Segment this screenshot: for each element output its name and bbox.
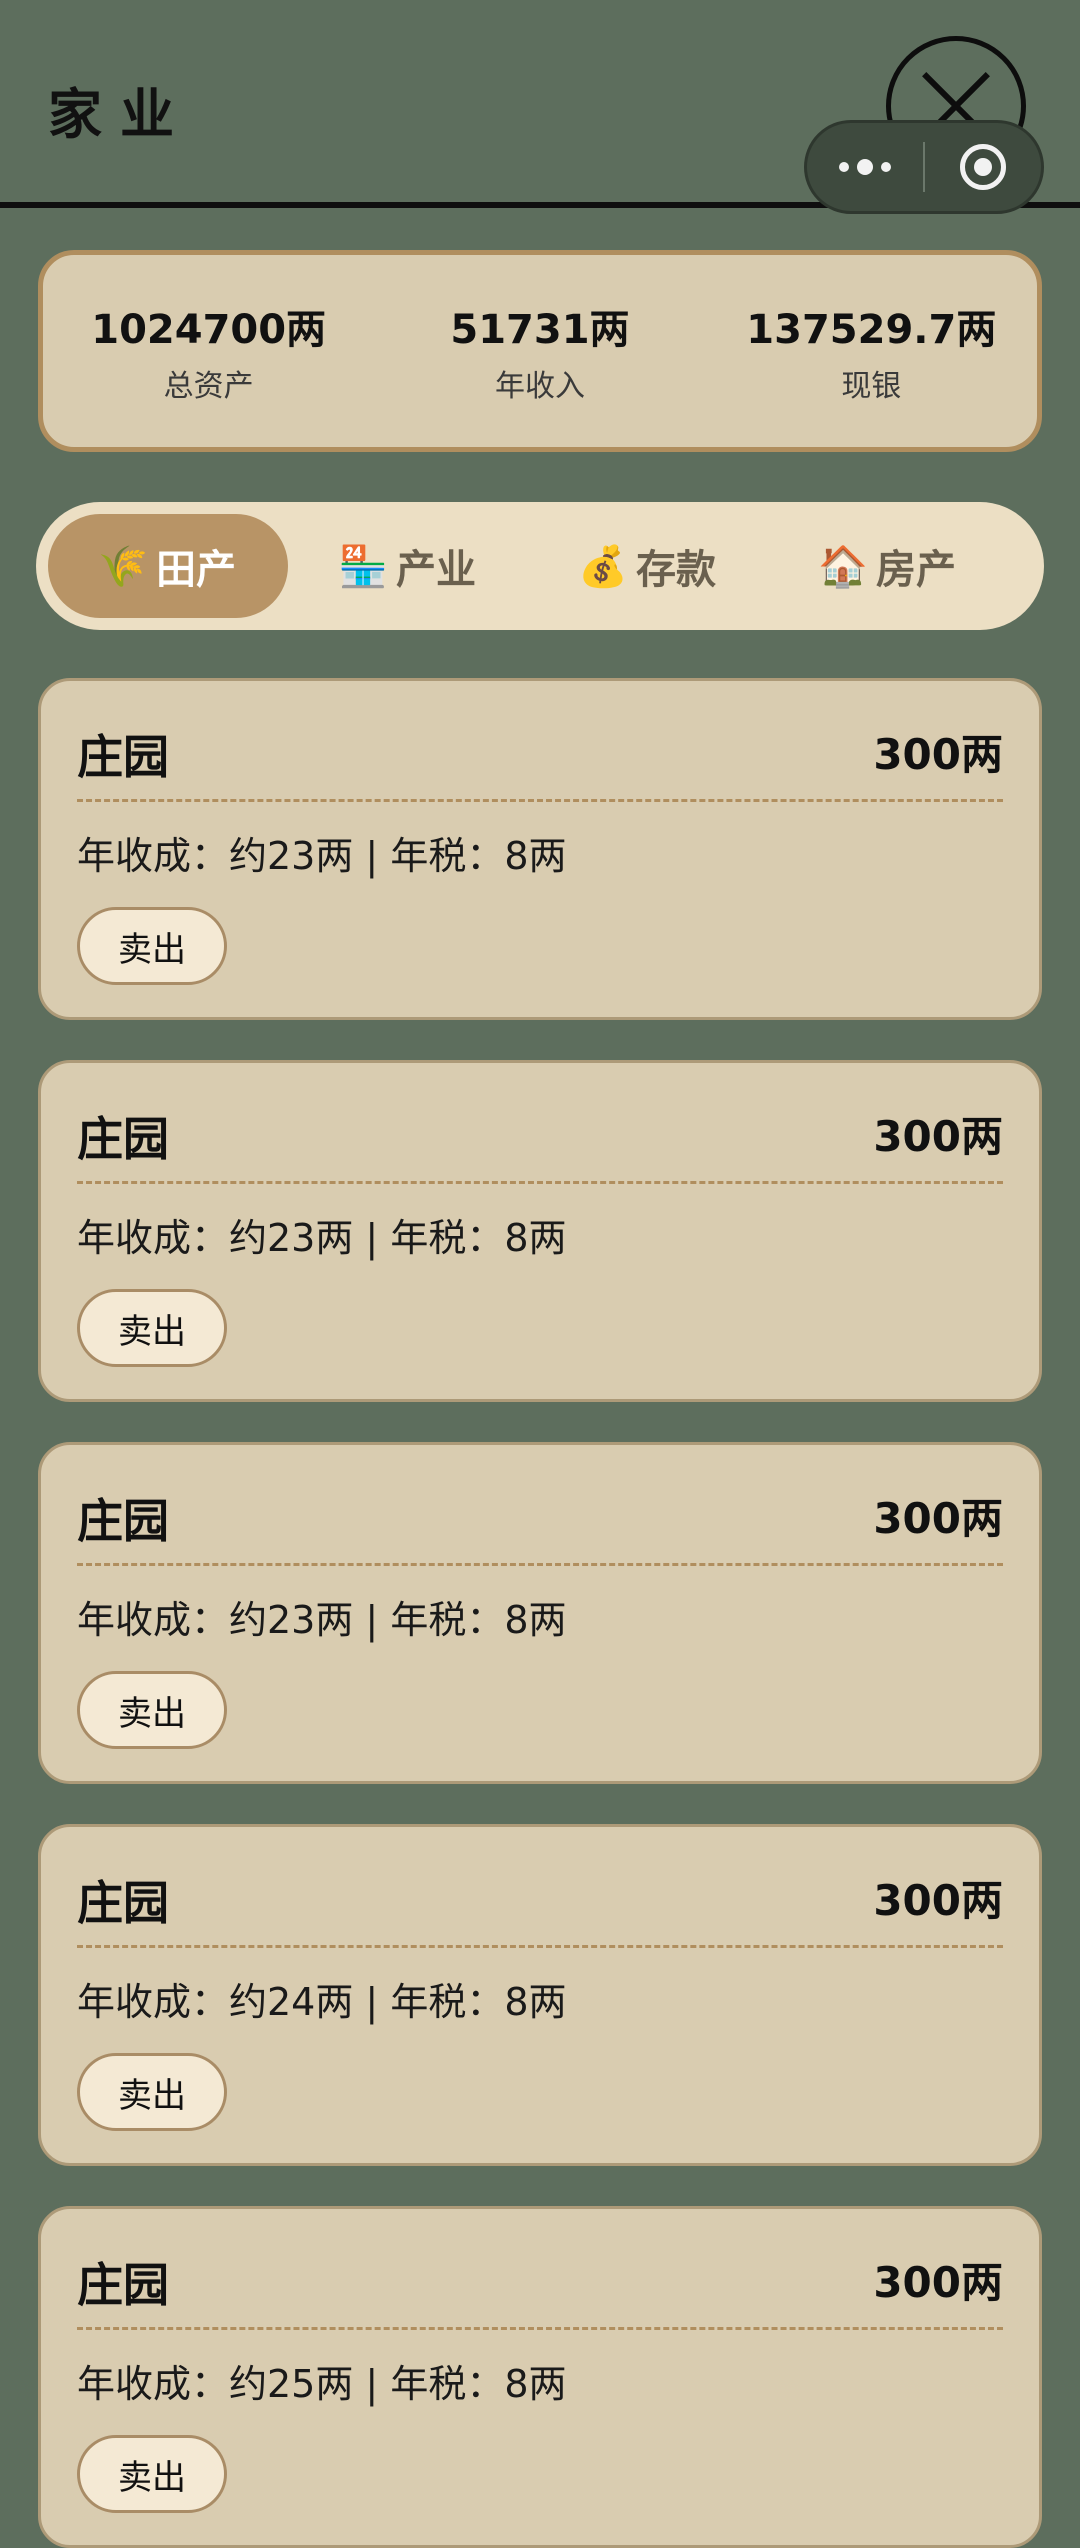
asset-summary: 1024700两 总资产 51731两 年收入 137529.7两 现银: [38, 250, 1042, 452]
tab-label: 田产: [156, 547, 236, 593]
property-name: 庄园: [77, 730, 169, 784]
card-divider: [77, 799, 1003, 802]
more-options-button[interactable]: [807, 159, 923, 175]
card-divider: [77, 2327, 1003, 2330]
property-price: 300两: [873, 2258, 1003, 2307]
property-card: 庄园 300两 年收成：约23两 | 年税：8两 卖出: [38, 1060, 1042, 1402]
card-divider: [77, 1181, 1003, 1184]
tab-farmland[interactable]: 🌾 田产: [48, 514, 288, 618]
more-icon-right: [881, 162, 891, 172]
sell-button[interactable]: 卖出: [77, 2053, 227, 2131]
stat-label: 总资产: [163, 369, 254, 404]
card-divider: [77, 1945, 1003, 1948]
exit-mini-program-button[interactable]: [925, 144, 1041, 190]
tab-label: 存款: [636, 547, 716, 593]
tab-real-estate[interactable]: 🏠 房产: [768, 514, 1008, 618]
property-card: 庄园 300两 年收成：约24两 | 年税：8两 卖出: [38, 1824, 1042, 2166]
header: 家业: [0, 0, 1080, 214]
property-info: 年收成：约23两 | 年税：8两: [77, 1216, 567, 1260]
page-title: 家业: [48, 83, 192, 146]
tab-deposits[interactable]: 💰 存款: [528, 514, 768, 618]
property-price: 300两: [873, 1876, 1003, 1925]
tab-label: 产业: [396, 547, 476, 593]
sell-button[interactable]: 卖出: [77, 907, 227, 985]
mini-program-capsule: [804, 120, 1044, 214]
sell-button[interactable]: 卖出: [77, 2435, 227, 2513]
property-card: 庄园 300两 年收成：约25两 | 年税：8两 卖出: [38, 2206, 1042, 2548]
money-bag-icon: 💰: [578, 543, 628, 590]
stat-value: 1024700两: [91, 307, 327, 353]
property-card: 庄园 300两 年收成：约23两 | 年税：8两 卖出: [38, 678, 1042, 1020]
tab-label: 房产: [876, 547, 956, 593]
sell-button[interactable]: 卖出: [77, 1671, 227, 1749]
property-price: 300两: [873, 1112, 1003, 1161]
rice-icon: 🌾: [98, 543, 148, 590]
property-name: 庄园: [77, 2258, 169, 2312]
stat-annual-income: 51731两 年收入: [400, 297, 680, 405]
card-divider: [77, 1563, 1003, 1566]
stat-cash: 137529.7两 现银: [731, 297, 1011, 405]
stat-value: 51731两: [450, 307, 630, 353]
house-icon: 🏠: [818, 543, 868, 590]
property-info: 年收成：约24两 | 年税：8两: [77, 1980, 567, 2024]
tab-industry[interactable]: 🏪 产业: [288, 514, 528, 618]
property-name: 庄园: [77, 1494, 169, 1548]
property-name: 庄园: [77, 1112, 169, 1166]
shop-icon: 🏪: [338, 543, 388, 590]
stat-label: 年收入: [494, 369, 585, 404]
category-tabs: 🌾 田产 🏪 产业 💰 存款 🏠 房产: [36, 502, 1044, 630]
property-info: 年收成：约23两 | 年税：8两: [77, 1598, 567, 1642]
more-icon: [839, 162, 849, 172]
property-info: 年收成：约23两 | 年税：8两: [77, 834, 567, 878]
property-name: 庄园: [77, 1876, 169, 1930]
stat-value: 137529.7两: [746, 307, 997, 353]
stat-label: 现银: [841, 369, 902, 404]
sell-button[interactable]: 卖出: [77, 1289, 227, 1367]
more-icon-center: [857, 159, 873, 175]
property-card: 庄园 300两 年收成：约23两 | 年税：8两 卖出: [38, 1442, 1042, 1784]
property-price: 300两: [873, 1494, 1003, 1543]
property-price: 300两: [873, 730, 1003, 779]
target-icon: [959, 144, 1006, 190]
stat-total-assets: 1024700两 总资产: [69, 297, 349, 405]
